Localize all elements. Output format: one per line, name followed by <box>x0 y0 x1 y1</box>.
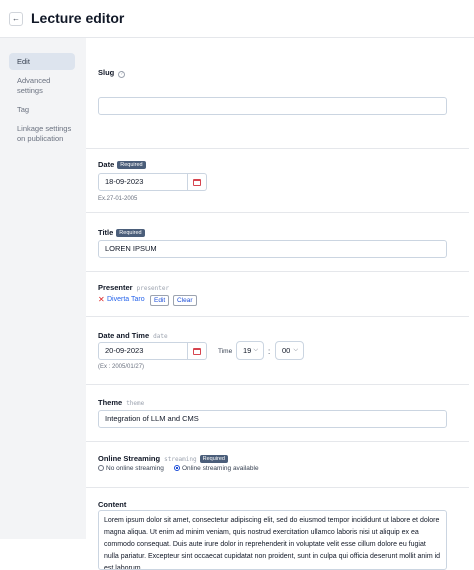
radio-button-icon <box>98 465 104 471</box>
page-header: ← Lecture editor <box>0 0 474 38</box>
sidebar-item-edit[interactable]: Edit <box>9 53 75 70</box>
datetime-date-input[interactable]: 20-09-2023 <box>98 342 188 360</box>
radio-streaming-available[interactable]: Online streaming available <box>174 465 259 472</box>
title-section: Title Required LOREN IPSUM <box>86 213 469 272</box>
sidebar-item-tag[interactable]: Tag <box>9 105 75 115</box>
chevron-down-icon: ⌵ <box>293 347 298 353</box>
help-icon[interactable]: ? <box>118 71 126 78</box>
main-form: Slug? Date Required 18-09-2023 Ex.27-01-2… <box>86 38 469 570</box>
date-hint: Ex.27-01-2005 <box>98 196 138 202</box>
content-label: Content <box>98 500 127 509</box>
back-button[interactable]: ← <box>9 12 23 26</box>
content-textarea[interactable]: Lorem ipsum dolor sit amet, consectetur … <box>98 510 447 570</box>
date-input[interactable]: 18-09-2023 <box>98 173 188 191</box>
time-label: Time <box>218 348 233 355</box>
streaming-label: Online Streaming streaming Required <box>98 454 228 463</box>
hour-select[interactable]: 19 ⌵ <box>236 341 264 360</box>
streaming-section: Online Streaming streaming Required No onl… <box>86 442 469 488</box>
datetime-calendar-button[interactable] <box>188 342 207 360</box>
date-calendar-button[interactable] <box>188 173 207 191</box>
presenter-edit-button[interactable]: Edit <box>150 295 170 306</box>
required-badge: Required <box>199 455 228 463</box>
required-badge: Required <box>116 229 145 237</box>
slug-label: Slug? <box>98 68 126 78</box>
slug-input[interactable] <box>98 97 447 115</box>
date-label: Date Required <box>98 160 146 169</box>
radio-no-streaming[interactable]: No online streaming <box>98 465 164 472</box>
sidebar: Edit Advanced settings Tag Linkage setti… <box>0 38 86 539</box>
chevron-down-icon: ⌵ <box>253 347 258 353</box>
remove-presenter-icon[interactable]: ✕ <box>98 295 105 304</box>
title-input[interactable]: LOREN IPSUM <box>98 240 447 258</box>
date-section: Date Required 18-09-2023 Ex.27-01-2005 <box>86 149 469 213</box>
date-time-section: Date and Time date 20-09-2023 Time 19 ⌵ : … <box>86 317 469 385</box>
calendar-icon <box>193 179 201 186</box>
presenter-link[interactable]: Diverta Taro <box>107 296 145 303</box>
page-title: Lecture editor <box>31 10 125 26</box>
slug-section: Slug? <box>86 57 469 149</box>
theme-section: Theme theme Integration of LLM and CMS <box>86 385 469 442</box>
content-section: Content Lorem ipsum dolor sit amet, cons… <box>86 488 469 570</box>
presenter-section: Presenter presenter ✕ Diverta Taro Edit C… <box>86 272 469 317</box>
sidebar-item-advanced-settings[interactable]: Advanced settings <box>9 76 75 96</box>
presenter-label: Presenter presenter <box>98 283 170 292</box>
title-label: Title Required <box>98 228 145 237</box>
time-separator: : <box>268 347 271 356</box>
required-badge: Required <box>117 161 146 169</box>
minute-select[interactable]: 00 ⌵ <box>275 341 304 360</box>
calendar-icon <box>193 348 201 355</box>
theme-label: Theme theme <box>98 398 145 407</box>
presenter-clear-button[interactable]: Clear <box>173 295 197 306</box>
sidebar-item-linkage-settings[interactable]: Linkage settings on publication <box>9 124 75 144</box>
radio-button-icon <box>174 465 180 471</box>
date-time-label: Date and Time date <box>98 331 168 340</box>
datetime-hint: (Ex : 2005/01/27) <box>98 364 145 370</box>
theme-input[interactable]: Integration of LLM and CMS <box>98 410 447 428</box>
